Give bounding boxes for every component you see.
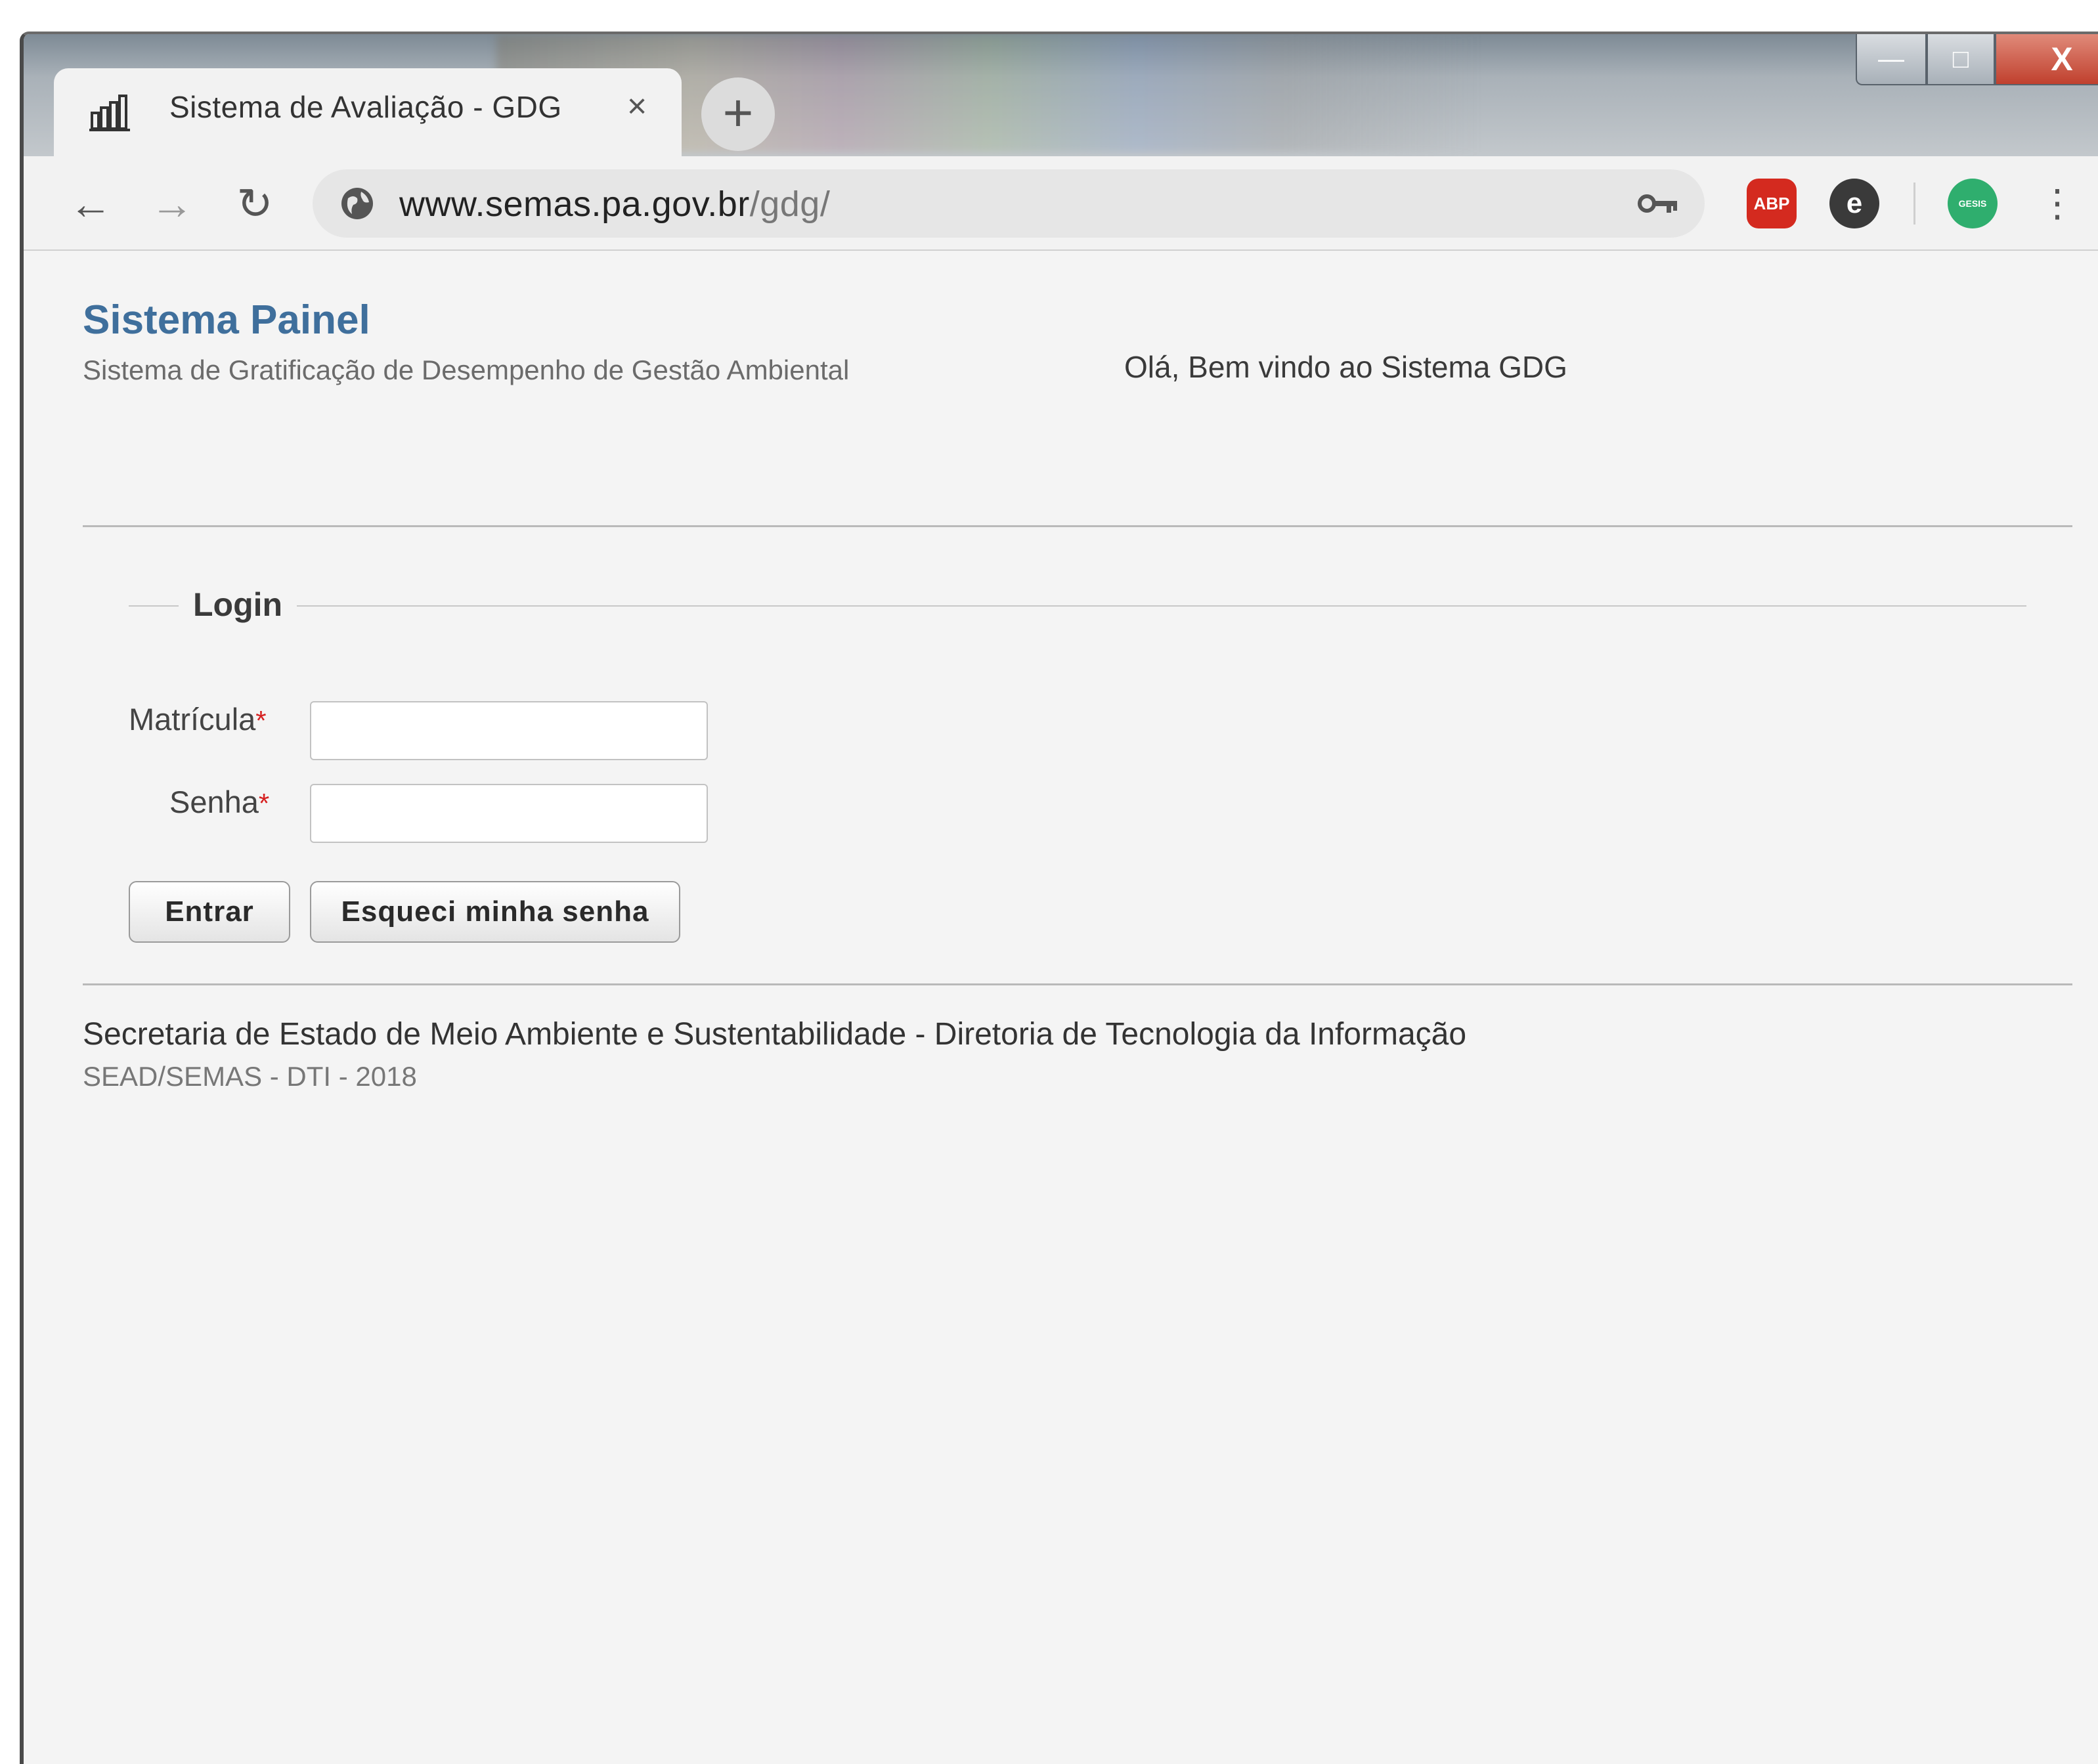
minimize-button[interactable]: — [1856, 34, 1927, 85]
entrar-button[interactable]: Entrar [129, 881, 290, 943]
senha-input[interactable] [310, 784, 708, 843]
senha-label-text: Senha [169, 785, 259, 819]
matricula-label-text: Matrícula [129, 702, 256, 737]
login-fieldset-line [129, 605, 2026, 607]
back-button[interactable]: ← [64, 177, 117, 230]
browser-menu-icon[interactable]: ⋮ [2038, 177, 2076, 230]
matricula-label: Matrícula* [129, 701, 267, 737]
address-bar[interactable]: www.semas.pa.gov.br/gdg/ [313, 169, 1705, 238]
senha-label: Senha* [169, 784, 269, 820]
new-tab-button[interactable]: + [701, 77, 775, 151]
page-title: Sistema Painel [83, 297, 370, 343]
required-marker: * [258, 788, 270, 819]
forward-button[interactable]: → [146, 177, 198, 230]
adblock-plus-icon[interactable]: ABP [1747, 179, 1797, 228]
tab-title: Sistema de Avaliação - GDG [169, 90, 562, 124]
required-marker: * [255, 705, 267, 736]
url-path: /gdg/ [749, 184, 831, 224]
window-controls: — □ X [1856, 34, 2098, 85]
url-host: www.semas.pa.gov.br [399, 184, 750, 224]
browser-titlebar: Sistema de Avaliação - GDG × + — □ X [24, 34, 2098, 158]
key-icon[interactable] [1638, 189, 1678, 218]
login-legend: Login [179, 586, 297, 624]
matricula-input[interactable] [310, 701, 708, 760]
maximize-button[interactable]: □ [1927, 34, 1995, 85]
footer-organization: Secretaria de Estado de Meio Ambiente e … [83, 1017, 1467, 1052]
globe-icon [341, 188, 373, 219]
footer-divider [83, 983, 2072, 985]
toolbar-separator [1913, 183, 1915, 225]
page-content: Sistema Painel Sistema de Gratificação d… [24, 251, 2098, 1764]
reload-button[interactable]: ↻ [229, 177, 281, 230]
browser-window: Sistema de Avaliação - GDG × + — □ X ← →… [20, 32, 2098, 1764]
url-text[interactable]: www.semas.pa.gov.br/gdg/ [399, 184, 830, 225]
browser-tab[interactable]: Sistema de Avaliação - GDG × [54, 68, 682, 158]
header-divider [83, 525, 2072, 527]
welcome-message: Olá, Bem vindo ao Sistema GDG [1124, 350, 1567, 384]
footer-credits: SEAD/SEMAS - DTI - 2018 [83, 1061, 417, 1092]
forgot-password-button[interactable]: Esqueci minha senha [310, 881, 680, 943]
browser-toolbar: ← → ↻ www.semas.pa.gov.br/gdg/ ABP e GES… [24, 156, 2098, 251]
ghostery-icon[interactable]: e [1829, 179, 1879, 228]
page-subtitle: Sistema de Gratificação de Desempenho de… [83, 355, 850, 385]
bar-chart-icon [89, 95, 130, 131]
close-window-button[interactable]: X [1995, 34, 2098, 85]
tab-close-icon[interactable]: × [617, 87, 657, 126]
gesis-extension-icon[interactable]: GESIS [1948, 179, 1998, 228]
